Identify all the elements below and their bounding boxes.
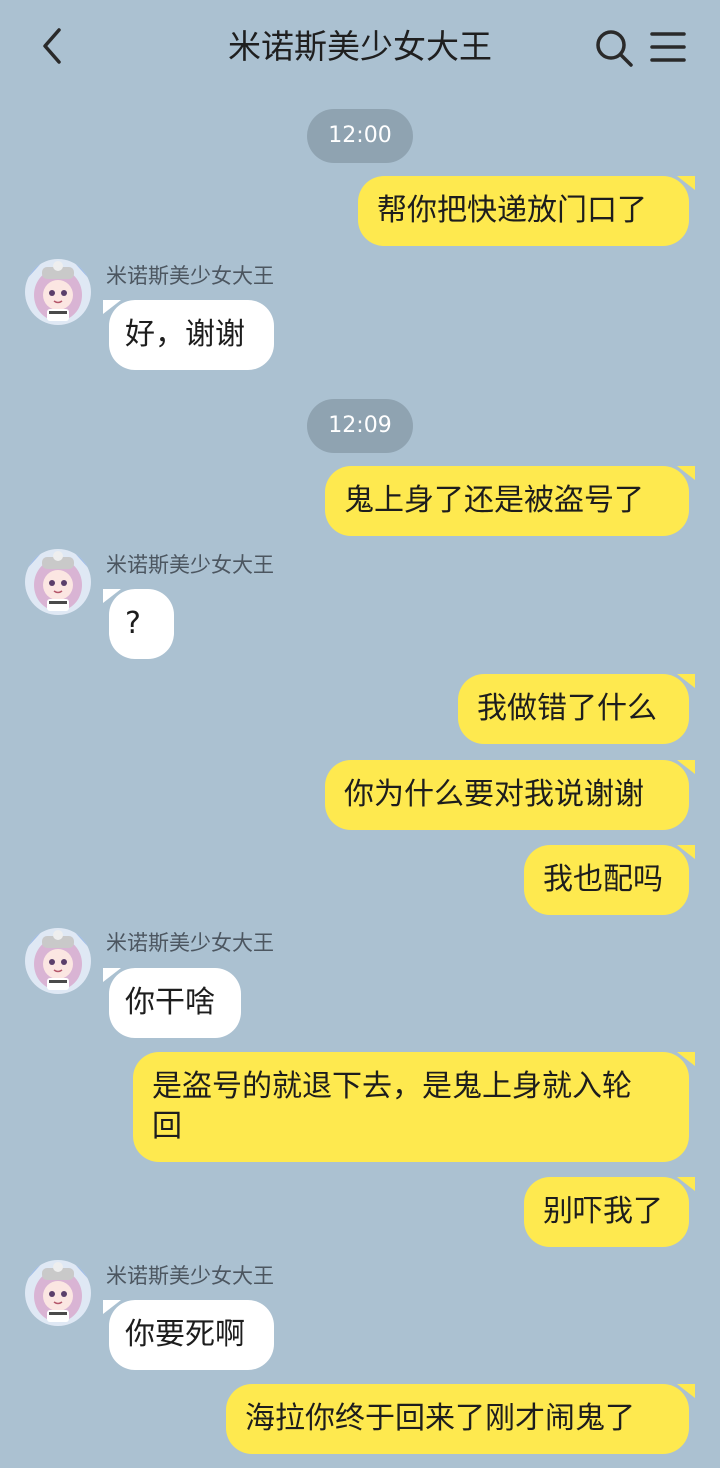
avatar[interactable] [25,259,91,325]
outgoing-message[interactable]: 我也配吗 [524,845,695,915]
incoming-message[interactable]: ? [103,589,174,659]
incoming-message[interactable]: 好，谢谢 [103,300,274,370]
sender-name: 米诺斯美少女大王 [106,553,274,577]
outgoing-message[interactable]: 鬼上身了还是被盗号了 [325,466,695,536]
timestamp: 12:00 [307,109,413,163]
avatar[interactable] [25,928,91,994]
outgoing-message[interactable]: 帮你把快递放门口了 [358,176,695,246]
sender-name: 米诺斯美少女大王 [106,1264,274,1288]
outgoing-message[interactable]: 海拉你终于回来了刚才闹鬼了 [226,1384,695,1454]
incoming-message[interactable]: 你要死啊 [103,1300,274,1370]
message-list[interactable]: 12:00 帮你把快递放门口了 米诺斯美少女大王 好，谢谢 12:09 鬼上身了… [0,0,720,1468]
timestamp: 12:09 [307,399,413,453]
sender-name: 米诺斯美少女大王 [106,264,274,288]
incoming-message[interactable]: 你干啥 [103,968,241,1038]
outgoing-message[interactable]: 我做错了什么 [458,674,695,744]
avatar[interactable] [25,1260,91,1326]
outgoing-message[interactable]: 你为什么要对我说谢谢 [325,760,695,830]
outgoing-message[interactable]: 别吓我了 [524,1177,695,1247]
avatar[interactable] [25,549,91,615]
outgoing-message[interactable]: 是盗号的就退下去，是鬼上身就入轮回 [133,1052,695,1162]
sender-name: 米诺斯美少女大王 [106,931,274,955]
